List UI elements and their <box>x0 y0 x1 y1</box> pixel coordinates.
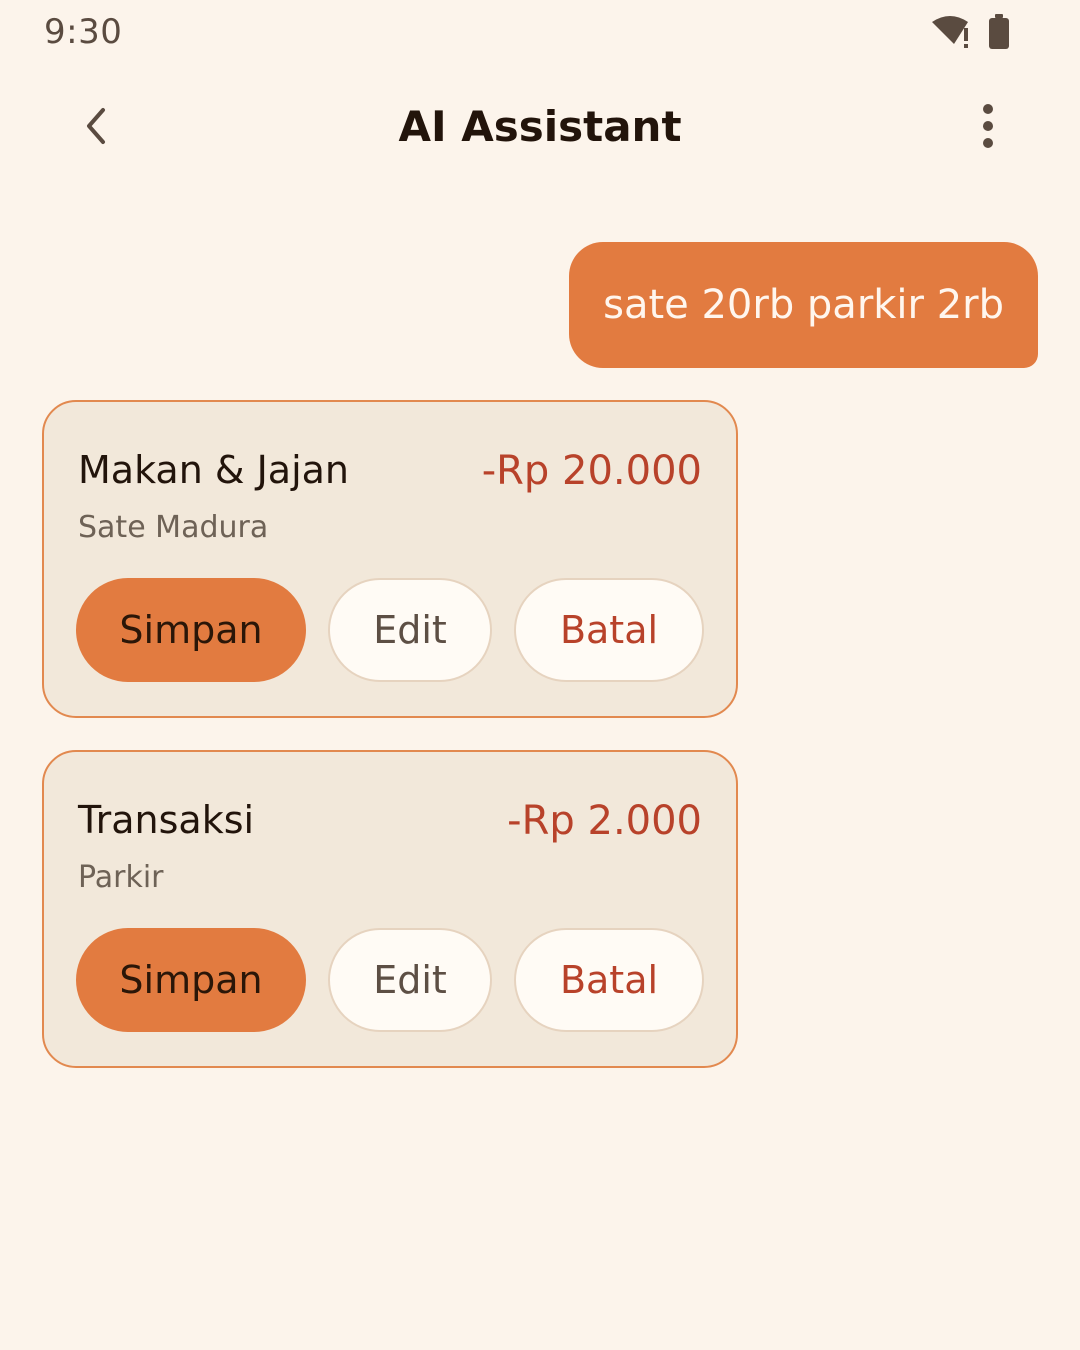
more-options-button[interactable] <box>958 98 1018 158</box>
more-vertical-icon <box>981 104 995 152</box>
user-message-bubble: sate 20rb parkir 2rb <box>569 242 1038 368</box>
transaction-description: Parkir <box>78 860 164 895</box>
edit-button[interactable]: Edit <box>328 578 492 682</box>
transaction-description: Sate Madura <box>78 510 269 545</box>
cancel-button[interactable]: Batal <box>514 578 704 682</box>
status-bar: 9:30 <box>0 0 1080 64</box>
transaction-card: Transaksi -Rp 2.000 Parkir Simpan Edit B… <box>42 750 738 1068</box>
transaction-category: Makan & Jajan <box>78 448 349 492</box>
edit-button[interactable]: Edit <box>328 928 492 1032</box>
transaction-amount: -Rp 20.000 <box>481 448 702 494</box>
status-icons <box>930 14 1010 50</box>
cancel-button[interactable]: Batal <box>514 928 704 1032</box>
wifi-warning-icon <box>930 14 974 50</box>
save-button[interactable]: Simpan <box>76 578 306 682</box>
app-bar: AI Assistant <box>0 92 1080 164</box>
page-title: AI Assistant <box>398 102 682 151</box>
battery-icon <box>988 14 1010 50</box>
transaction-card: Makan & Jajan -Rp 20.000 Sate Madura Sim… <box>42 400 738 718</box>
transaction-amount: -Rp 2.000 <box>507 798 702 844</box>
save-button[interactable]: Simpan <box>76 928 306 1032</box>
status-time: 9:30 <box>44 12 123 52</box>
transaction-category: Transaksi <box>78 798 255 842</box>
screen: 9:30 AI Assistant sate 20rb parkir 2rb M… <box>0 0 1080 1350</box>
